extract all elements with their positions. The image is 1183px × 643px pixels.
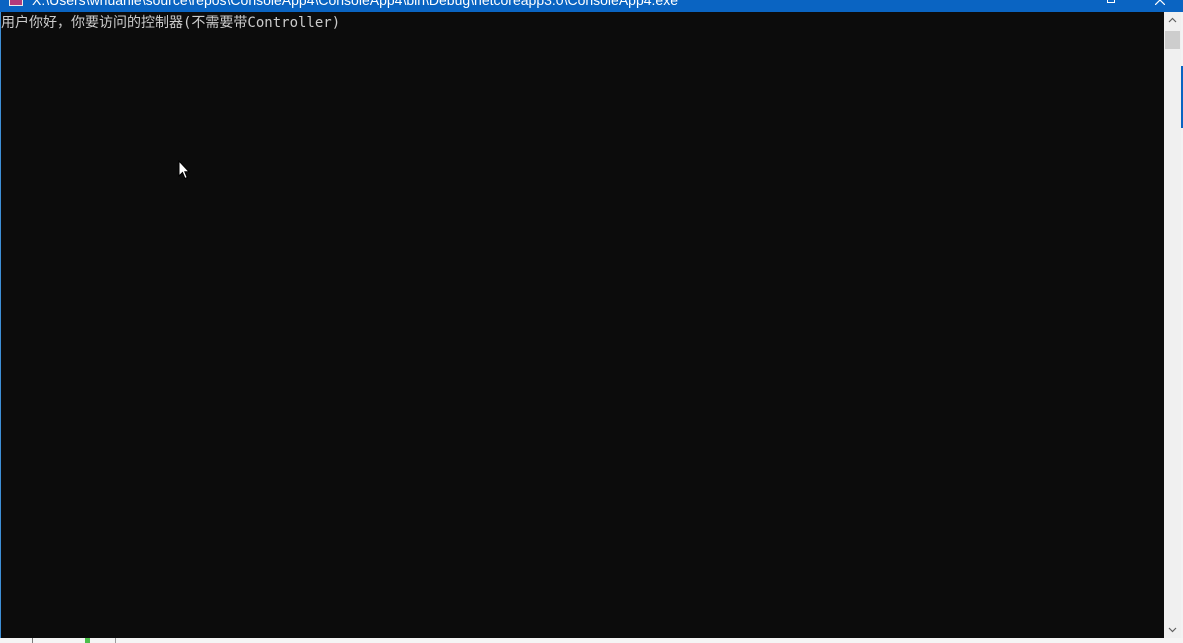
close-button[interactable]	[1137, 0, 1183, 12]
console-app-icon[interactable]	[9, 0, 23, 6]
close-icon	[1155, 0, 1165, 5]
scrollbar-thumb[interactable]	[1165, 31, 1180, 49]
editor-gutter-mark	[115, 638, 116, 643]
console-prompt-line: 用户你好，你要访问的控制器(不需要带Controller)	[1, 15, 341, 31]
maximize-button[interactable]	[1088, 0, 1134, 12]
scroll-up-arrow-icon[interactable]	[1164, 12, 1181, 29]
mouse-pointer-icon	[178, 160, 190, 180]
console-output[interactable]: 用户你好，你要访问的控制器(不需要带Controller)	[1, 12, 1164, 638]
title-bar[interactable]: X:\Users\whuanle\source\repos\ConsoleApp…	[0, 0, 1183, 12]
editor-change-mark	[85, 638, 90, 643]
maximize-icon	[1107, 0, 1115, 3]
vertical-scrollbar[interactable]	[1164, 12, 1181, 638]
background-editor-strip	[0, 638, 1183, 643]
editor-gutter-mark	[32, 638, 33, 643]
window-title: X:\Users\whuanle\source\repos\ConsoleApp…	[32, 0, 678, 8]
console-window: X:\Users\whuanle\source\repos\ConsoleApp…	[0, 0, 1183, 643]
scroll-down-arrow-icon[interactable]	[1164, 621, 1181, 638]
